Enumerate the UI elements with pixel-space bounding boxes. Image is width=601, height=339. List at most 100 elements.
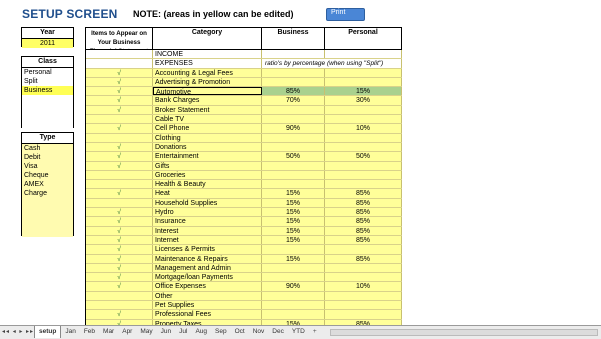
business-percent-cell[interactable]	[262, 77, 325, 87]
type-item[interactable]: Visa	[22, 162, 73, 171]
business-percent-cell[interactable]	[262, 105, 325, 115]
include-checkmark[interactable]	[86, 291, 153, 301]
include-checkmark[interactable]	[86, 133, 153, 142]
type-item[interactable]: Cash	[22, 144, 73, 153]
class-item[interactable]: Business	[22, 86, 73, 95]
personal-percent-cell[interactable]: 85%	[325, 235, 402, 245]
sheet-tab[interactable]: YTD	[288, 326, 309, 338]
sheet-tab[interactable]: Aug	[191, 326, 211, 338]
personal-percent-cell[interactable]: 10%	[325, 282, 402, 291]
category-cell[interactable]: Accounting & Legal Fees	[153, 68, 262, 77]
sheet-tab[interactable]: Feb	[80, 326, 99, 338]
year-field[interactable]: 2011	[22, 39, 73, 48]
category-cell[interactable]: Licenses & Permits	[153, 245, 262, 254]
include-checkmark[interactable]: √	[86, 217, 153, 226]
personal-percent-cell[interactable]	[325, 142, 402, 152]
category-cell[interactable]: Clothing	[153, 133, 262, 142]
personal-percent-cell[interactable]	[325, 263, 402, 273]
include-checkmark[interactable]	[86, 50, 153, 59]
business-percent-cell[interactable]	[262, 273, 325, 282]
horizontal-scrollbar[interactable]	[330, 329, 598, 336]
include-checkmark[interactable]: √	[86, 208, 153, 217]
business-percent-cell[interactable]: 85%	[262, 87, 325, 96]
category-cell[interactable]: Other	[153, 291, 262, 301]
personal-percent-cell[interactable]	[325, 310, 402, 319]
business-percent-cell[interactable]: 15%	[262, 189, 325, 198]
include-checkmark[interactable]: √	[86, 235, 153, 245]
category-cell[interactable]: Professional Fees	[153, 310, 262, 319]
personal-percent-cell[interactable]: 30%	[325, 96, 402, 105]
sheet-tab[interactable]: Oct	[231, 326, 249, 338]
business-percent-cell[interactable]: 50%	[262, 152, 325, 161]
personal-percent-cell[interactable]	[325, 291, 402, 301]
include-checkmark[interactable]: √	[86, 142, 153, 152]
category-cell[interactable]: Health & Beauty	[153, 180, 262, 189]
category-cell[interactable]: Pet Supplies	[153, 301, 262, 310]
add-sheet-icon[interactable]: +	[309, 326, 321, 338]
business-percent-cell[interactable]: ratio's by percentage (when using "Split…	[262, 59, 402, 68]
sheet-tab[interactable]: May	[136, 326, 156, 338]
type-item[interactable]: Debit	[22, 153, 73, 162]
personal-percent-cell[interactable]	[325, 161, 402, 170]
include-checkmark[interactable]: √	[86, 263, 153, 273]
include-checkmark[interactable]: √	[86, 77, 153, 87]
category-cell[interactable]: Interest	[153, 226, 262, 235]
business-percent-cell[interactable]: 15%	[262, 217, 325, 226]
personal-percent-cell[interactable]: 50%	[325, 152, 402, 161]
include-checkmark[interactable]: √	[86, 161, 153, 170]
category-cell[interactable]: Insurance	[153, 217, 262, 226]
business-percent-cell[interactable]	[262, 142, 325, 152]
include-checkmark[interactable]	[86, 180, 153, 189]
business-percent-cell[interactable]	[262, 180, 325, 189]
sheet-tab[interactable]: Nov	[249, 326, 269, 338]
sheet-tab[interactable]: Jun	[157, 326, 175, 338]
include-checkmark[interactable]: √	[86, 87, 153, 96]
business-percent-cell[interactable]	[262, 310, 325, 319]
include-checkmark[interactable]: √	[86, 105, 153, 115]
include-checkmark[interactable]: √	[86, 273, 153, 282]
sheet-tab[interactable]: Dec	[268, 326, 288, 338]
personal-percent-cell[interactable]	[325, 245, 402, 254]
business-percent-cell[interactable]	[262, 170, 325, 180]
personal-percent-cell[interactable]	[325, 170, 402, 180]
business-percent-cell[interactable]	[262, 115, 325, 124]
business-percent-cell[interactable]	[262, 245, 325, 254]
business-percent-cell[interactable]: 90%	[262, 124, 325, 133]
include-checkmark[interactable]: √	[86, 310, 153, 319]
sheet-tab[interactable]: Jan	[61, 326, 79, 338]
business-percent-cell[interactable]: 70%	[262, 96, 325, 105]
business-percent-cell[interactable]	[262, 263, 325, 273]
include-checkmark[interactable]	[86, 59, 153, 68]
sheet-tab[interactable]: Apr	[118, 326, 136, 338]
business-percent-cell[interactable]: 15%	[262, 198, 325, 208]
sheet-tab[interactable]: Mar	[99, 326, 118, 338]
personal-percent-cell[interactable]: 85%	[325, 208, 402, 217]
sheet-tab[interactable]: Jul	[175, 326, 191, 338]
category-cell[interactable]: Advertising & Promotion	[153, 77, 262, 87]
sheet-tab[interactable]: setup	[34, 326, 62, 338]
personal-percent-cell[interactable]: 85%	[325, 254, 402, 263]
include-checkmark[interactable]: √	[86, 152, 153, 161]
include-checkmark[interactable]: √	[86, 245, 153, 254]
include-checkmark[interactable]: √	[86, 189, 153, 198]
business-percent-cell[interactable]	[262, 133, 325, 142]
business-percent-cell[interactable]	[262, 161, 325, 170]
type-item[interactable]: Cheque	[22, 171, 73, 180]
class-item[interactable]: Split	[22, 77, 73, 86]
category-cell[interactable]: Hydro	[153, 208, 262, 217]
business-percent-cell[interactable]: 15%	[262, 254, 325, 263]
personal-percent-cell[interactable]: 85%	[325, 217, 402, 226]
category-cell[interactable]: Donations	[153, 142, 262, 152]
personal-percent-cell[interactable]	[325, 301, 402, 310]
business-percent-cell[interactable]: 15%	[262, 208, 325, 217]
category-cell[interactable]: EXPENSES	[153, 59, 262, 68]
business-percent-cell[interactable]: 15%	[262, 226, 325, 235]
personal-percent-cell[interactable]: 10%	[325, 124, 402, 133]
personal-percent-cell[interactable]	[325, 115, 402, 124]
sheet-tab[interactable]: Sep	[211, 326, 231, 338]
personal-percent-cell[interactable]: 85%	[325, 198, 402, 208]
include-checkmark[interactable]	[86, 301, 153, 310]
category-cell[interactable]: Cable TV	[153, 115, 262, 124]
business-percent-cell[interactable]: 90%	[262, 282, 325, 291]
personal-percent-cell[interactable]	[325, 133, 402, 142]
